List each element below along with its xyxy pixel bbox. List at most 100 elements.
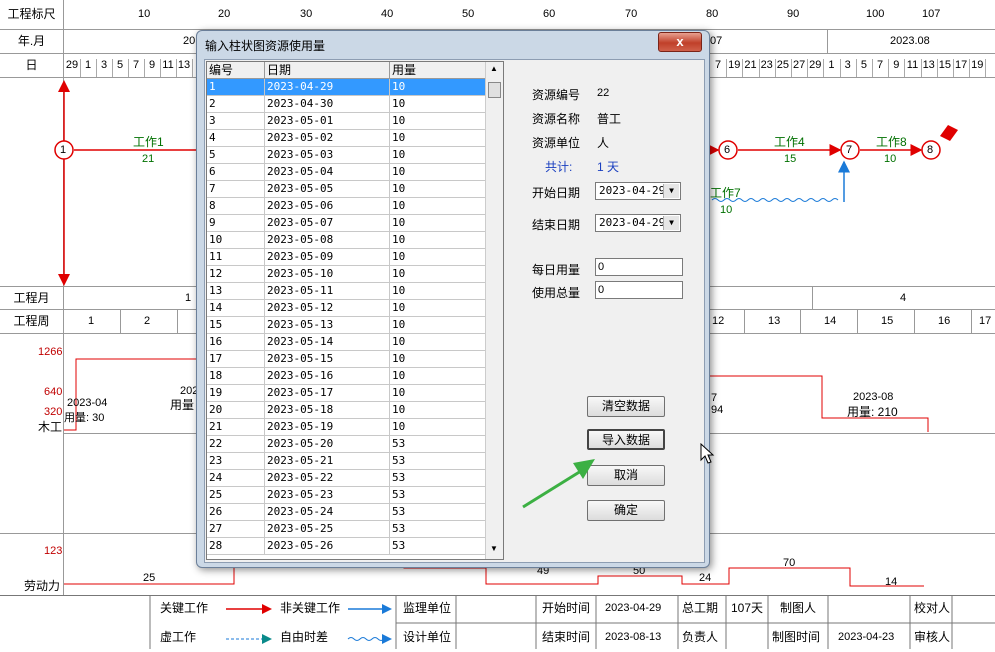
cell-id[interactable]: 15 (207, 317, 265, 333)
cell-date[interactable]: 2023-05-11 (265, 283, 390, 299)
table-row[interactable]: 8 2023-05-06 10 (207, 198, 486, 215)
cell-usage[interactable]: 10 (390, 198, 486, 214)
cell-date[interactable]: 2023-05-13 (265, 317, 390, 333)
cell-usage[interactable]: 10 (390, 283, 486, 299)
usage-table[interactable]: 编号 日期 用量 1 2023-04-29 10 2 2023-04-30 10 3 2023… (206, 61, 504, 560)
scroll-thumb[interactable] (488, 82, 501, 98)
scroll-up-icon[interactable]: ▲ (488, 64, 500, 76)
cell-usage[interactable]: 10 (390, 215, 486, 231)
cell-id[interactable]: 26 (207, 504, 265, 520)
col-header-usage[interactable]: 用量 (390, 62, 486, 79)
cell-id[interactable]: 27 (207, 521, 265, 537)
cell-date[interactable]: 2023-05-05 (265, 181, 390, 197)
cell-id[interactable]: 21 (207, 419, 265, 435)
table-row[interactable]: 12 2023-05-10 10 (207, 266, 486, 283)
table-row[interactable]: 14 2023-05-12 10 (207, 300, 486, 317)
cell-date[interactable]: 2023-05-18 (265, 402, 390, 418)
col-header-date[interactable]: 日期 (265, 62, 390, 79)
table-row[interactable]: 25 2023-05-23 53 (207, 487, 486, 504)
table-row[interactable]: 3 2023-05-01 10 (207, 113, 486, 130)
cell-date[interactable]: 2023-05-06 (265, 198, 390, 214)
ok-button[interactable]: 确定 (587, 500, 665, 521)
cell-usage[interactable]: 10 (390, 334, 486, 350)
table-row[interactable]: 1 2023-04-29 10 (207, 79, 486, 96)
cell-date[interactable]: 2023-05-17 (265, 385, 390, 401)
cell-id[interactable]: 13 (207, 283, 265, 299)
cancel-button[interactable]: 取消 (587, 465, 665, 486)
cell-id[interactable]: 20 (207, 402, 265, 418)
cell-usage[interactable]: 53 (390, 521, 486, 537)
start-date-picker[interactable]: 2023-04-29 ▼ (595, 182, 681, 200)
cell-usage[interactable]: 10 (390, 147, 486, 163)
cell-date[interactable]: 2023-05-08 (265, 232, 390, 248)
cell-usage[interactable]: 10 (390, 164, 486, 180)
cell-id[interactable]: 19 (207, 385, 265, 401)
chevron-down-icon[interactable]: ▼ (663, 216, 679, 230)
scroll-down-icon[interactable]: ▼ (488, 544, 500, 556)
cell-id[interactable]: 18 (207, 368, 265, 384)
cell-usage[interactable]: 10 (390, 249, 486, 265)
cell-id[interactable]: 23 (207, 453, 265, 469)
cell-usage[interactable]: 10 (390, 232, 486, 248)
cell-date[interactable]: 2023-05-25 (265, 521, 390, 537)
cell-date[interactable]: 2023-05-10 (265, 266, 390, 282)
cell-date[interactable]: 2023-05-12 (265, 300, 390, 316)
cell-usage[interactable]: 53 (390, 436, 486, 452)
cell-usage[interactable]: 10 (390, 385, 486, 401)
cell-date[interactable]: 2023-05-07 (265, 215, 390, 231)
cell-usage[interactable]: 53 (390, 538, 486, 554)
daily-usage-input[interactable]: 0 (595, 258, 683, 276)
table-row[interactable]: 21 2023-05-19 10 (207, 419, 486, 436)
cell-id[interactable]: 12 (207, 266, 265, 282)
cell-id[interactable]: 9 (207, 215, 265, 231)
table-row[interactable]: 2 2023-04-30 10 (207, 96, 486, 113)
cell-usage[interactable]: 53 (390, 470, 486, 486)
cell-id[interactable]: 8 (207, 198, 265, 214)
table-row[interactable]: 6 2023-05-04 10 (207, 164, 486, 181)
table-row[interactable]: 19 2023-05-17 10 (207, 385, 486, 402)
end-date-picker[interactable]: 2023-04-29 ▼ (595, 214, 681, 232)
cell-id[interactable]: 16 (207, 334, 265, 350)
cell-date[interactable]: 2023-05-24 (265, 504, 390, 520)
cell-usage[interactable]: 10 (390, 300, 486, 316)
table-row[interactable]: 27 2023-05-25 53 (207, 521, 486, 538)
table-row[interactable]: 15 2023-05-13 10 (207, 317, 486, 334)
cell-usage[interactable]: 10 (390, 130, 486, 146)
total-usage-input[interactable]: 0 (595, 281, 683, 299)
table-row[interactable]: 22 2023-05-20 53 (207, 436, 486, 453)
cell-id[interactable]: 17 (207, 351, 265, 367)
cell-usage[interactable]: 10 (390, 402, 486, 418)
cell-id[interactable]: 10 (207, 232, 265, 248)
chevron-down-icon[interactable]: ▼ (663, 184, 679, 198)
cell-date[interactable]: 2023-05-26 (265, 538, 390, 554)
cell-id[interactable]: 1 (207, 79, 265, 95)
table-row[interactable]: 4 2023-05-02 10 (207, 130, 486, 147)
cell-date[interactable]: 2023-04-29 (265, 79, 390, 95)
cell-date[interactable]: 2023-05-02 (265, 130, 390, 146)
cell-usage[interactable]: 10 (390, 96, 486, 112)
close-button[interactable]: x (658, 32, 702, 52)
cell-id[interactable]: 7 (207, 181, 265, 197)
table-row[interactable]: 13 2023-05-11 10 (207, 283, 486, 300)
cell-date[interactable]: 2023-05-22 (265, 470, 390, 486)
cell-usage[interactable]: 10 (390, 317, 486, 333)
col-header-id[interactable]: 编号 (207, 62, 265, 79)
cell-usage[interactable]: 53 (390, 504, 486, 520)
cell-date[interactable]: 2023-05-20 (265, 436, 390, 452)
table-row[interactable]: 5 2023-05-03 10 (207, 147, 486, 164)
cell-usage[interactable]: 10 (390, 419, 486, 435)
cell-id[interactable]: 2 (207, 96, 265, 112)
table-row[interactable]: 18 2023-05-16 10 (207, 368, 486, 385)
cell-date[interactable]: 2023-05-04 (265, 164, 390, 180)
cell-date[interactable]: 2023-05-03 (265, 147, 390, 163)
cell-usage[interactable]: 10 (390, 368, 486, 384)
cell-usage[interactable]: 53 (390, 453, 486, 469)
cell-id[interactable]: 24 (207, 470, 265, 486)
clear-data-button[interactable]: 清空数据 (587, 396, 665, 417)
import-data-button[interactable]: 导入数据 (587, 429, 665, 450)
table-row[interactable]: 10 2023-05-08 10 (207, 232, 486, 249)
table-row[interactable]: 23 2023-05-21 53 (207, 453, 486, 470)
cell-id[interactable]: 22 (207, 436, 265, 452)
table-row[interactable]: 9 2023-05-07 10 (207, 215, 486, 232)
cell-usage[interactable]: 10 (390, 266, 486, 282)
